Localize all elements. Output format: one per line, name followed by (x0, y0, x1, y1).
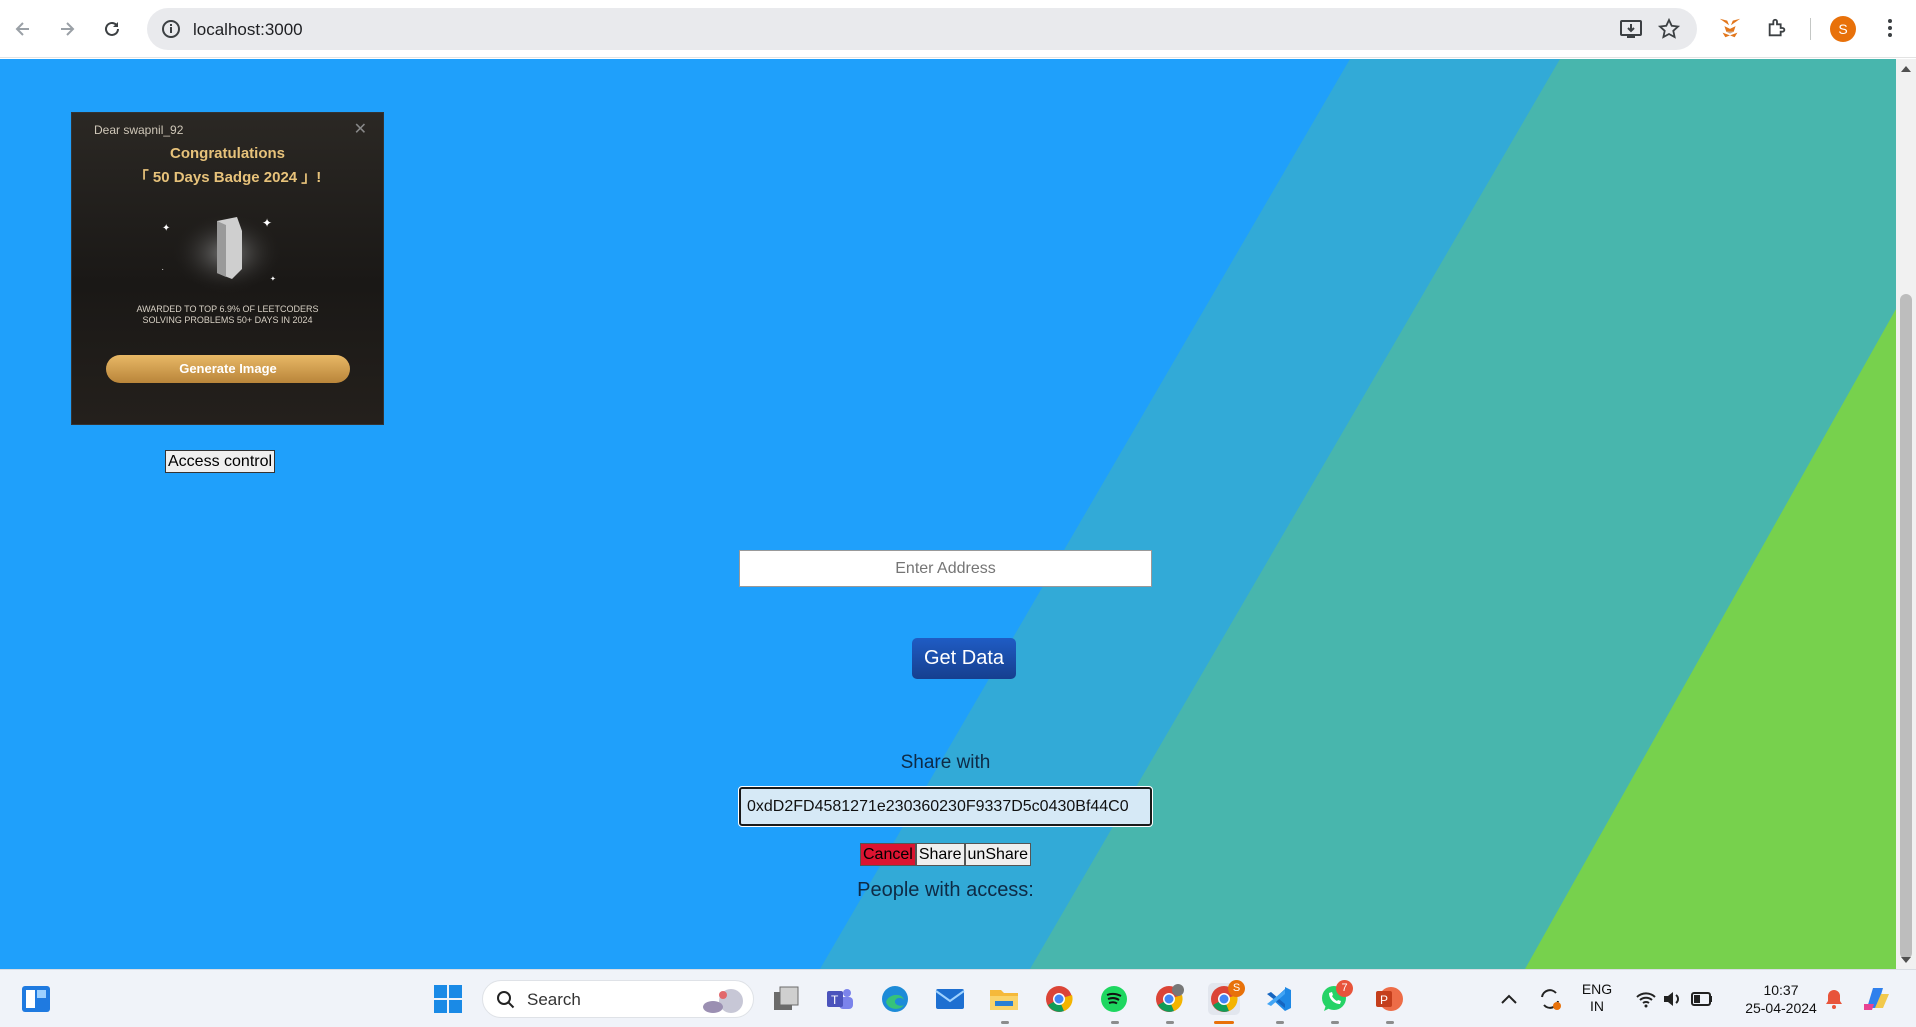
mail-icon[interactable] (934, 983, 966, 1015)
share-with-label: Share with (900, 752, 991, 773)
badge-congrats: Congratulations (170, 145, 285, 162)
cancel-button[interactable]: Cancel (860, 843, 916, 866)
clock-date: 25-04-2024 (1745, 1000, 1817, 1016)
badge-title: 「 50 Days Badge 2024 」! (133, 169, 322, 186)
kebab-menu-icon[interactable] (1876, 14, 1904, 42)
region-code: IN (1590, 998, 1604, 1014)
share-button[interactable]: Share (915, 843, 965, 866)
svg-text:✦: ✦ (262, 216, 272, 230)
chrome-active-indicator (1214, 1021, 1234, 1024)
copilot-icon[interactable] (1860, 983, 1892, 1015)
scroll-up-icon[interactable] (1901, 66, 1911, 72)
back-button[interactable] (6, 12, 40, 46)
reload-button[interactable] (95, 12, 129, 46)
chrome-profile-icon[interactable] (1153, 983, 1185, 1015)
teams-icon[interactable]: T (824, 983, 856, 1015)
language-indicator[interactable]: ENG IN (1578, 981, 1616, 1015)
clock-time: 10:37 (1763, 982, 1799, 998)
generate-image-button[interactable]: Generate Image (106, 355, 350, 383)
toolbar-separator (1810, 18, 1811, 40)
chevron-up-icon[interactable] (1493, 983, 1525, 1015)
whatsapp-badge: 7 (1336, 980, 1353, 997)
svg-text:P: P (1380, 993, 1388, 1007)
notification-bell-icon[interactable] (1818, 983, 1850, 1015)
site-info-icon[interactable] (159, 17, 183, 41)
browser-toolbar: localhost:3000 S (0, 0, 1916, 58)
bookmark-star-icon[interactable] (1657, 17, 1681, 41)
address-bar[interactable]: localhost:3000 (147, 8, 1697, 50)
award-line-2: SOLVING PROBLEMS 50+ DAYS IN 2024 (142, 315, 313, 325)
search-highlight-icon (703, 989, 743, 1013)
extensions-puzzle-icon[interactable] (1763, 14, 1791, 42)
chrome-profile-running-indicator (1166, 1021, 1174, 1024)
profile-avatar[interactable]: S (1830, 16, 1856, 42)
windows-start-icon[interactable] (432, 983, 464, 1015)
people-with-access-label: People with access: (857, 879, 1034, 901)
powerpoint-running-indicator (1386, 1021, 1394, 1024)
vscode-running-indicator (1276, 1021, 1284, 1024)
install-app-icon[interactable] (1619, 18, 1643, 40)
forward-button[interactable] (50, 12, 84, 46)
search-icon (497, 991, 515, 1009)
windows-taskbar: Search T S 7 P ENG IN 10:37 25-04-2024 (0, 969, 1916, 1027)
sync-icon[interactable] (1534, 983, 1566, 1015)
leetcode-badge-popup: ✕ Dear swapnil_92 Congratulations 「 50 D… (71, 112, 384, 425)
clock[interactable]: 10:37 25-04-2024 (1736, 981, 1826, 1017)
badge-greeting: Dear swapnil_92 (94, 123, 184, 137)
page-viewport: ✕ Dear swapnil_92 Congratulations 「 50 D… (0, 59, 1896, 969)
widgets-icon[interactable] (20, 983, 52, 1015)
close-icon[interactable]: ✕ (354, 119, 367, 139)
powerpoint-icon[interactable]: P (1373, 983, 1405, 1015)
chrome-profile-badge: S (1228, 980, 1245, 997)
scrollbar-thumb[interactable] (1900, 294, 1912, 959)
edge-icon[interactable] (879, 983, 911, 1015)
scroll-down-icon[interactable] (1901, 957, 1911, 963)
volume-icon[interactable] (1656, 983, 1688, 1015)
file-explorer-running-indicator (1001, 1021, 1009, 1024)
chrome-icon[interactable] (1043, 983, 1075, 1015)
badge-award-text: AWARDED TO TOP 6.9% OF LEETCODERS SOLVIN… (72, 304, 383, 326)
spotify-icon[interactable] (1098, 983, 1130, 1015)
award-line-1: AWARDED TO TOP 6.9% OF LEETCODERS (136, 304, 319, 314)
language-code: ENG (1581, 981, 1613, 997)
whatsapp-running-indicator (1331, 1021, 1339, 1024)
task-view-icon[interactable] (770, 983, 802, 1015)
address-input[interactable] (739, 550, 1152, 587)
get-data-button[interactable]: Get Data (912, 638, 1016, 679)
url-text: localhost:3000 (193, 20, 303, 39)
share-actions: Cancel Share unShare (860, 843, 1032, 866)
unshare-button[interactable]: unShare (964, 843, 1032, 866)
arrow-left-icon (15, 22, 29, 36)
arrow-right-icon (61, 22, 75, 36)
svg-text:T: T (831, 993, 839, 1007)
taskbar-search-label: Search (527, 990, 581, 1009)
access-control-button[interactable]: Access control (165, 450, 276, 473)
battery-icon[interactable] (1686, 983, 1718, 1015)
metamask-extension-icon[interactable] (1716, 14, 1744, 42)
file-explorer-icon[interactable] (988, 983, 1020, 1015)
vscode-icon[interactable] (1263, 983, 1295, 1015)
svg-text:✦: ✦ (162, 223, 170, 234)
spotify-running-indicator (1111, 1021, 1119, 1024)
svg-text:✦: ✦ (270, 275, 276, 283)
share-address-input[interactable] (738, 786, 1153, 827)
svg-text:✦: ✦ (162, 265, 164, 276)
reload-icon (105, 21, 119, 36)
taskbar-search[interactable]: Search (482, 980, 754, 1018)
badge-trophy-icon: ✦ ✦ ✦ ✦ (162, 213, 282, 293)
page-scrollbar[interactable] (1896, 59, 1916, 969)
